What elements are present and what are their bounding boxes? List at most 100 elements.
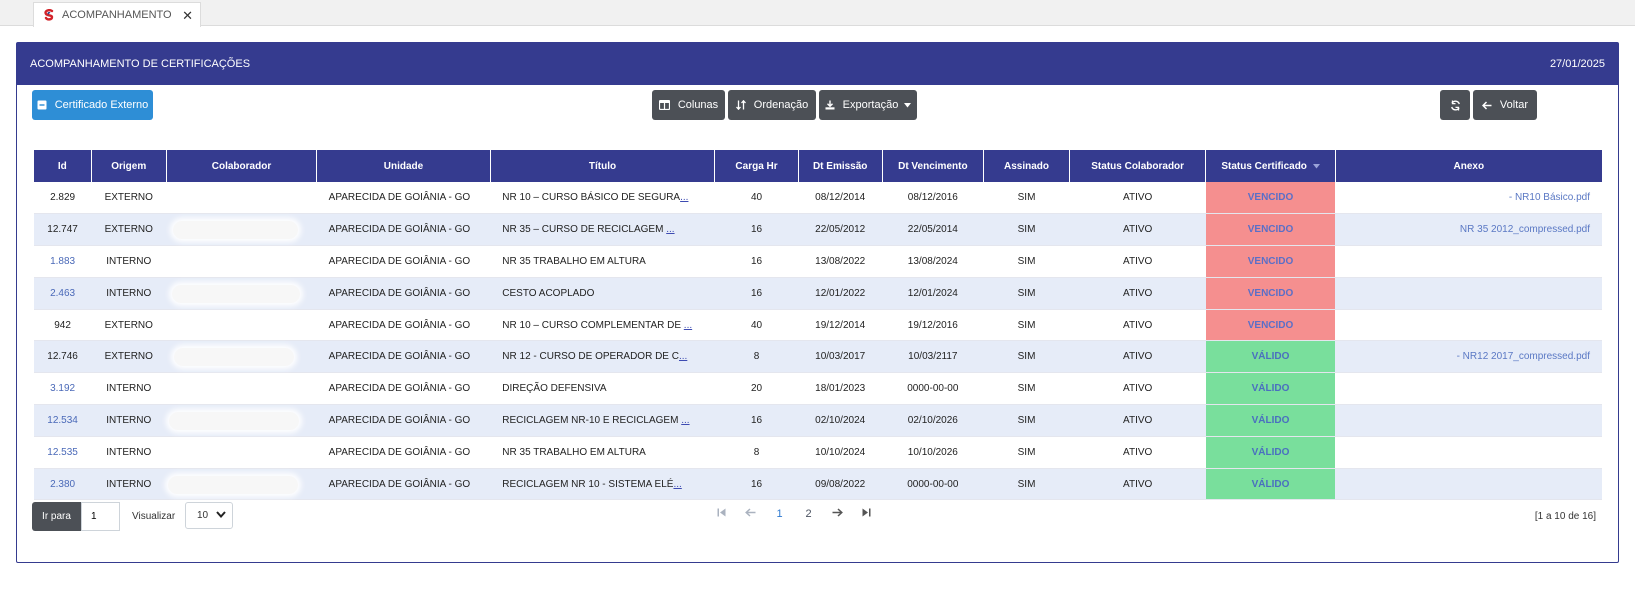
cell-status-colaborador: ATIVO — [1069, 245, 1206, 278]
cell-id: 12.747 — [34, 213, 92, 247]
cell-colaborador — [166, 436, 317, 469]
cell-anexo[interactable]: NR 35 2012_compressed.pdf — [1335, 213, 1602, 247]
cell-titulo: NR 10 – CURSO BÁSICO DE SEGURA... — [490, 182, 715, 215]
title-expand-link[interactable]: ... — [666, 224, 674, 235]
toolbar: Certificado Externo Colunas Ordenação Ex… — [17, 85, 1618, 150]
cell-colaborador — [166, 340, 317, 374]
column-header[interactable]: Título — [490, 150, 716, 182]
table-row[interactable]: 2.829 EXTERNO APARECIDA DE GOIÂNIA - GO NR … — [34, 182, 1602, 215]
cell-assinado: SIM — [983, 309, 1070, 342]
cell-titulo: NR 10 – CURSO COMPLEMENTAR DE ... — [490, 309, 715, 342]
refresh-button[interactable] — [1440, 90, 1470, 120]
cell-anexo — [1335, 277, 1602, 310]
external-certificate-button[interactable]: Certificado Externo — [32, 90, 153, 120]
page-number-input[interactable] — [81, 502, 120, 531]
column-header[interactable]: Colaborador — [166, 150, 318, 182]
cell-unidade: APARECIDA DE GOIÂNIA - GO — [316, 340, 491, 374]
status-badge: VÁLIDO — [1205, 372, 1336, 406]
tab-bar: ACOMPANHAMENTO ✕ — [0, 0, 1635, 27]
close-icon[interactable]: ✕ — [182, 8, 193, 24]
cell-assinado: SIM — [983, 340, 1070, 374]
go-to-page-button[interactable]: Ir para — [32, 502, 81, 531]
column-header[interactable]: Dt Emissão — [798, 150, 883, 182]
title-expand-link[interactable]: ... — [680, 192, 688, 203]
ordering-button[interactable]: Ordenação — [728, 90, 816, 120]
cell-anexo[interactable]: - NR12 2017_compressed.pdf — [1335, 340, 1602, 374]
table-row[interactable]: 12.747 EXTERNO APARECIDA DE GOIÂNIA - GO NR… — [34, 213, 1602, 247]
cell-unidade: APARECIDA DE GOIÂNIA - GO — [316, 468, 491, 501]
cell-id[interactable]: 12.534 — [34, 404, 92, 437]
column-header[interactable]: Origem — [91, 150, 167, 182]
minus-square-icon — [37, 100, 47, 110]
cell-dt-emissao: 22/05/2012 — [798, 213, 883, 247]
sort-caret-icon — [1312, 161, 1320, 172]
cell-id[interactable]: 12.535 — [34, 436, 92, 469]
title-expand-link[interactable]: ... — [679, 351, 687, 362]
cell-id: 942 — [34, 309, 92, 342]
title-expand-link[interactable]: ... — [684, 320, 692, 331]
next-page-icon[interactable] — [823, 508, 852, 520]
column-header[interactable]: Unidade — [316, 150, 491, 182]
status-badge: VÁLIDO — [1205, 404, 1336, 437]
certifications-table: Id Origem Colaborador Unidade Título Car… — [34, 150, 1602, 501]
page-link[interactable]: 2 — [794, 508, 823, 520]
column-header[interactable]: Anexo — [1335, 150, 1602, 182]
cell-dt-vencimento: 0000-00-00 — [882, 468, 984, 501]
export-button[interactable]: Exportação — [819, 90, 917, 120]
cell-status-colaborador: ATIVO — [1069, 182, 1206, 215]
column-header[interactable]: Carga Hr — [714, 150, 799, 182]
title-expand-link[interactable]: ... — [681, 415, 689, 426]
back-button[interactable]: Voltar — [1473, 90, 1537, 120]
columns-button[interactable]: Colunas — [652, 90, 725, 120]
table-row[interactable]: 12.534 INTERNO APARECIDA DE GOIÂNIA - GO RE… — [34, 404, 1602, 437]
cell-id[interactable]: 2.463 — [34, 277, 92, 310]
cell-anexo[interactable]: - NR10 Básico.pdf — [1335, 182, 1602, 215]
cell-id: 2.829 — [34, 182, 92, 215]
table-row[interactable]: 12.746 EXTERNO APARECIDA DE GOIÂNIA - GO NR… — [34, 340, 1602, 374]
cell-status-colaborador: ATIVO — [1069, 372, 1206, 406]
cell-titulo: NR 35 – CURSO DE RECICLAGEM ... — [490, 213, 715, 247]
cell-colaborador — [166, 245, 317, 278]
column-header[interactable]: Assinado — [983, 150, 1070, 182]
page-link-current[interactable]: 1 — [765, 508, 794, 520]
cell-id[interactable]: 2.380 — [34, 468, 92, 501]
table-row[interactable]: 12.535 INTERNO APARECIDA DE GOIÂNIA - GO NR… — [34, 436, 1602, 469]
cell-status-colaborador: ATIVO — [1069, 468, 1206, 501]
table-row[interactable]: 2.380 INTERNO APARECIDA DE GOIÂNIA - GO REC… — [34, 468, 1602, 501]
cell-status-colaborador: ATIVO — [1069, 340, 1206, 374]
panel-header: ACOMPANHAMENTO DE CERTIFICAÇÕES 27/01/20… — [17, 43, 1618, 85]
column-header[interactable]: Status Colaborador — [1069, 150, 1207, 182]
cell-titulo: NR 35 TRABALHO EM ALTURA — [490, 245, 715, 278]
redacted-name — [172, 284, 301, 303]
cell-unidade: APARECIDA DE GOIÂNIA - GO — [316, 277, 491, 310]
cell-origem: EXTERNO — [91, 340, 167, 374]
cell-id[interactable]: 1.883 — [34, 245, 92, 278]
cell-colaborador — [166, 468, 317, 501]
table-row[interactable]: 2.463 INTERNO APARECIDA DE GOIÂNIA - GO CES… — [34, 277, 1602, 310]
pagination-footer: Ir para Visualizar 10 1 2 [1 a 10 — [17, 500, 1618, 540]
column-header[interactable]: Dt Vencimento — [882, 150, 985, 182]
cell-carga-hr: 16 — [714, 468, 799, 501]
cell-dt-emissao: 10/03/2017 — [798, 340, 883, 374]
table-row[interactable]: 1.883 INTERNO APARECIDA DE GOIÂNIA - GO NR … — [34, 245, 1602, 278]
cell-dt-vencimento: 10/10/2026 — [882, 436, 984, 469]
first-page-icon[interactable] — [707, 508, 736, 520]
table-row[interactable]: 942 EXTERNO APARECIDA DE GOIÂNIA - GO NR 10… — [34, 309, 1602, 342]
cell-dt-emissao: 13/08/2022 — [798, 245, 883, 278]
redacted-name — [169, 412, 300, 431]
column-header-status-cert[interactable]: Status Certificado — [1205, 150, 1336, 182]
column-header[interactable]: Id — [34, 150, 92, 182]
page-size-label: Visualizar — [132, 511, 176, 522]
tab-acompanhamento[interactable]: ACOMPANHAMENTO ✕ — [33, 2, 201, 27]
page-size-select[interactable]: 10 — [185, 502, 233, 529]
table-row[interactable]: 3.192 INTERNO APARECIDA DE GOIÂNIA - GO DIR… — [34, 372, 1602, 406]
cell-dt-vencimento: 02/10/2026 — [882, 404, 984, 437]
title-expand-link[interactable]: ... — [673, 479, 681, 490]
sort-icon — [735, 100, 746, 110]
last-page-icon[interactable] — [852, 508, 881, 520]
cell-unidade: APARECIDA DE GOIÂNIA - GO — [316, 404, 491, 437]
cell-unidade: APARECIDA DE GOIÂNIA - GO — [316, 182, 491, 215]
cell-carga-hr: 20 — [714, 372, 799, 406]
previous-page-icon[interactable] — [736, 508, 765, 520]
cell-id[interactable]: 3.192 — [34, 372, 92, 406]
